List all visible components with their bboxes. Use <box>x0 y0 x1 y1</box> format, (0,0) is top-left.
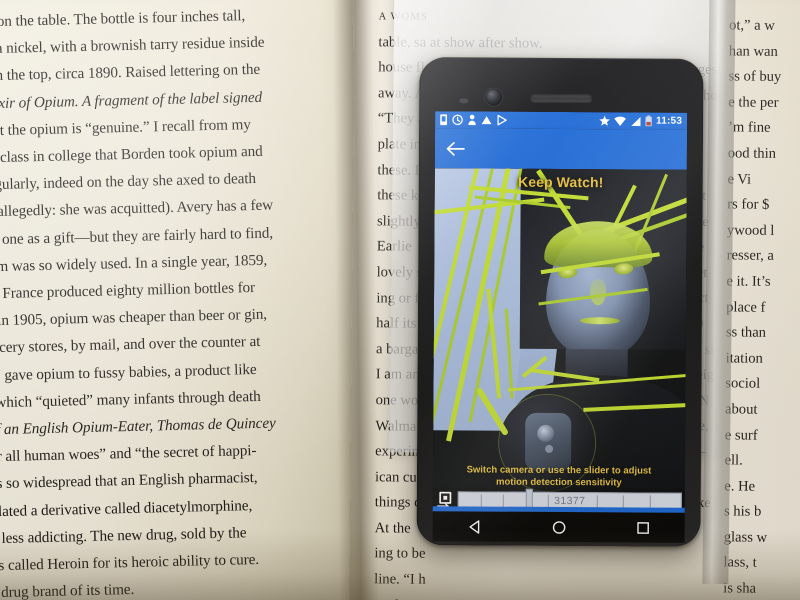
alarm-icon <box>452 114 463 126</box>
right-page-line: s his b <box>723 503 762 521</box>
smartphone[interactable]: 11:53 Keep Watch! Switch camera or use t… <box>416 57 704 547</box>
right-page-line: ’m fine <box>727 119 771 137</box>
right-page-line: sociol <box>725 375 761 393</box>
right-page-outer-column: ot,” a w han wan ss of buy e the per ’m … <box>723 13 800 600</box>
battery-icon <box>645 115 652 127</box>
scene-root: A WOMS table, sa at show after show. hou… <box>0 0 800 600</box>
right-page-line: rs for $ <box>727 196 770 213</box>
person-icon <box>468 114 476 126</box>
home-circle-icon[interactable] <box>542 516 576 538</box>
star-icon <box>599 115 610 126</box>
left-page-text: ck on the table. The bottle is four inch… <box>0 0 361 600</box>
status-bar: 11:53 <box>435 111 688 130</box>
right-page-line: e it. It’s <box>726 273 771 290</box>
sensitivity-hint-line-1: Switch camera or use the slider to adjus… <box>466 464 652 477</box>
preview-foreground-lens-body <box>524 412 572 472</box>
play-store-icon <box>497 114 507 126</box>
right-page-line: han wan <box>728 42 778 60</box>
right-page-line: ood thin <box>727 145 777 162</box>
caret-up-icon <box>481 116 492 125</box>
proximity-sensor <box>459 98 469 104</box>
front-camera-lens <box>485 88 503 106</box>
right-page-line: ell. <box>724 452 743 469</box>
right-page-line: ywood l <box>726 222 775 239</box>
back-arrow-icon[interactable] <box>446 141 465 156</box>
sim-card-icon <box>440 114 448 126</box>
wifi-icon <box>614 116 626 126</box>
preview-foreground-lens-dot <box>545 444 554 453</box>
right-page-line: itation <box>725 350 763 367</box>
right-page-line: ss than <box>725 324 767 341</box>
right-page-line: e Vi <box>727 170 752 188</box>
right-page-line: resser, a <box>726 247 774 265</box>
right-page-line: ot,” a w <box>729 17 775 34</box>
right-page-line: e the per <box>728 94 779 111</box>
right-page-line: e surf <box>724 426 758 444</box>
phone-screen: 11:53 Keep Watch! Switch camera or use t… <box>432 111 688 513</box>
status-bar-right-icons: 11:53 <box>599 115 682 127</box>
motion-detection-camera-preview[interactable]: Keep Watch! Switch camera or use the sli… <box>432 168 687 513</box>
android-nav-bar <box>432 511 685 543</box>
right-page-line: ss of buy <box>728 68 782 86</box>
status-bar-left-icons <box>440 114 507 126</box>
right-page-line: glass w <box>723 529 768 546</box>
status-bar-clock: 11:53 <box>656 115 683 127</box>
preview-foreground-lens-glass <box>537 424 555 442</box>
right-page-line: is sha <box>723 580 757 597</box>
right-page-line: lass, t <box>723 554 757 572</box>
earpiece-speaker <box>530 93 593 103</box>
preview-canvas <box>432 168 687 513</box>
back-triangle-icon[interactable] <box>458 515 492 537</box>
right-page-line: about <box>724 401 758 418</box>
recents-square-icon[interactable] <box>626 516 660 538</box>
app-bar <box>434 128 688 170</box>
sensitivity-hint: Switch camera or use the slider to adjus… <box>439 464 679 488</box>
preview-subject-mouth <box>579 317 620 325</box>
signal-icon <box>630 116 641 126</box>
right-page-line: place f <box>726 298 766 316</box>
app-title: Keep Watch! <box>517 173 604 191</box>
book-gutter-shadow <box>332 0 380 600</box>
sensitivity-hint-line-2: motion detection sensitivity <box>496 476 622 488</box>
preview-subject-nose <box>589 279 607 306</box>
right-page-line: e. He <box>724 478 756 495</box>
